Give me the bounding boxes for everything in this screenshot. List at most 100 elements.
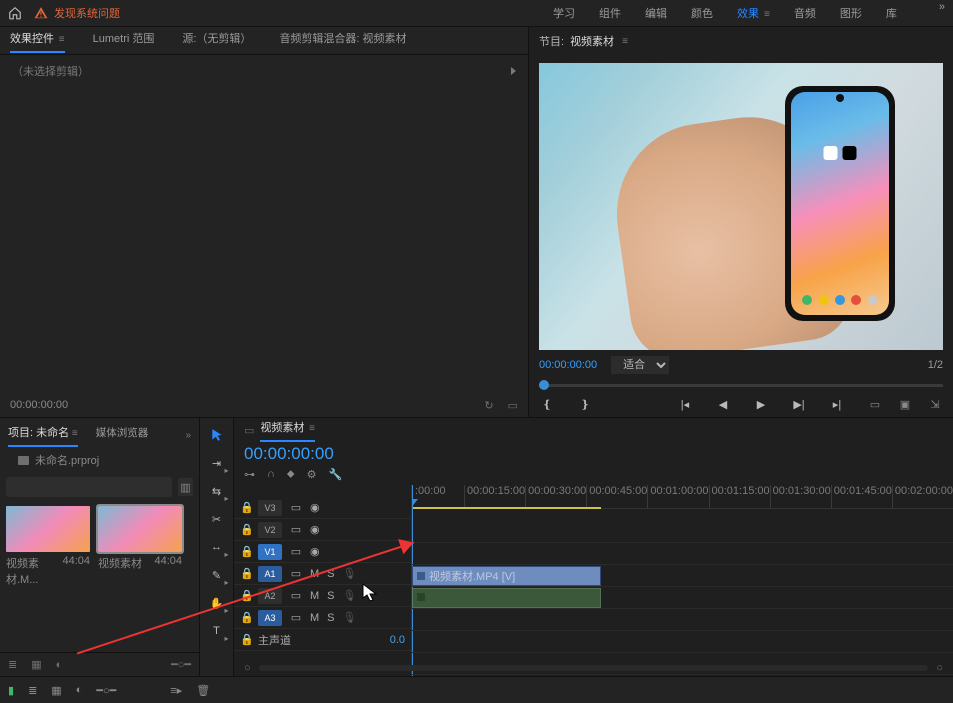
mark-in-icon[interactable]: ❴ [539,398,555,411]
toggle-output-icon[interactable]: ◉ [310,501,322,514]
sync-lock-icon[interactable]: ▭ [290,524,302,536]
wrench-icon[interactable]: 🔧 [328,468,342,481]
solo-button[interactable]: S [327,590,334,602]
play-icon[interactable]: ▶ [753,398,769,411]
sync-lock-icon[interactable]: ▭ [290,590,302,602]
system-warning[interactable]: 发现系统问题 [34,5,120,21]
sync-lock-icon[interactable]: ▭ [290,502,302,514]
toggle-output-icon[interactable]: ◉ [310,523,322,536]
sync-lock-icon[interactable]: ▭ [290,568,302,580]
track-row-a2[interactable] [412,609,953,631]
tab-source-monitor[interactable]: 源:（无剪辑） [182,30,251,52]
track-header-a3[interactable]: 🔒A3▭MS🎙 [234,607,411,629]
pen-tool[interactable]: ✎▸ [208,566,226,584]
track-header-a2[interactable]: 🔒A2▭MS🎙 [234,585,411,607]
tab-project[interactable]: 项目: 未命名 ≡ [8,424,78,446]
solo-button[interactable]: S [327,568,334,580]
go-to-in-icon[interactable]: |◂ [677,398,693,411]
render-status-icon[interactable]: ▮ [8,684,14,697]
caret-icon[interactable] [511,67,516,75]
extract-icon[interactable]: ▣ [897,398,913,411]
tab-effect-controls[interactable]: 效果控件 ≡ [10,30,65,52]
program-timecode[interactable]: 00:00:00:00 [539,359,597,371]
linked-selection-icon[interactable]: ∩ [267,468,275,481]
time-ruler[interactable]: :00:00 00:00:15:00 00:00:30:00 00:00:45:… [412,485,953,509]
sync-lock-icon[interactable]: ▭ [290,612,302,624]
home-icon[interactable] [8,6,22,20]
voice-over-icon[interactable]: 🎙 [343,567,351,580]
new-item-icon[interactable]: ≡▸ [170,684,182,697]
track-row-v3[interactable] [412,521,953,543]
mark-out-icon[interactable]: ❵ [577,398,593,411]
project-search-input[interactable] [6,477,172,497]
tab-lumetri-scopes[interactable]: Lumetri 范围 [93,30,155,52]
video-clip[interactable]: 视频素材.MP4 [V] [412,566,601,586]
track-header-a1[interactable]: 🔒A1▭MS🎙 [234,563,411,585]
lock-icon[interactable]: 🔒 [240,545,250,558]
track-header-v1[interactable]: 🔒V1▭◉ [234,541,411,563]
voice-over-icon[interactable]: 🎙 [343,589,351,602]
toggle-output-icon[interactable]: ◉ [310,545,322,558]
ws-tab-editing[interactable]: 编辑 [645,1,667,25]
track-header-master[interactable]: 🔒主声道0.0 [234,629,411,651]
sync-lock-icon[interactable]: ▭ [290,546,302,558]
overflow-icon[interactable]: » [939,1,945,25]
timeline-scrollbar[interactable]: ○○ [234,660,953,676]
program-monitor-viewport[interactable] [539,63,943,350]
tab-sequence[interactable]: 视频素材 ≡ [260,419,315,441]
step-back-icon[interactable]: ◀ [715,398,731,411]
settings-icon[interactable]: ⚙ [307,468,317,481]
panel-overflow-icon[interactable]: » [185,430,191,441]
go-to-out-icon[interactable]: ▸| [829,398,845,411]
loop-icon[interactable]: ↻ [484,399,493,412]
export-frame-icon[interactable]: ▭ [508,399,518,412]
ws-tab-assembly[interactable]: 组件 [599,1,621,25]
tab-audio-clip-mixer[interactable]: 音频剪辑混合器: 视频素材 [279,30,406,52]
ripple-edit-tool[interactable]: ⇆▸ [208,482,226,500]
ws-tab-graphics[interactable]: 图形 [840,1,862,25]
thumbnail-icon[interactable]: ▦ [51,684,61,697]
track-row-a1[interactable] [412,587,953,609]
lock-icon[interactable]: 🔒 [240,567,250,580]
mute-button[interactable]: M [310,568,319,580]
track-header-v3[interactable]: 🔒V3▭◉ [234,497,411,519]
timeline-timecode[interactable]: 00:00:00:00 [244,444,342,464]
track-area[interactable]: :00:00 00:00:15:00 00:00:30:00 00:00:45:… [412,485,953,676]
solo-button[interactable]: S [327,612,334,624]
audio-clip[interactable] [412,588,601,608]
snap-icon[interactable]: ⊶ [244,468,255,481]
panel-menu-icon[interactable]: ≡ [622,36,628,47]
freeform-view-icon[interactable]: ◐ [56,659,63,671]
track-row-v2[interactable] [412,543,953,565]
ws-tab-audio[interactable]: 音频 [794,1,816,25]
export-icon[interactable]: ⇲ [927,398,943,411]
ws-tab-color[interactable]: 颜色 [691,1,713,25]
track-row-a3[interactable] [412,631,953,653]
slip-tool[interactable]: ↔▸ [208,538,226,556]
scrub-handle[interactable] [539,380,549,390]
lock-icon[interactable]: 🔒 [240,501,250,514]
mute-button[interactable]: M [310,590,319,602]
freeform-icon[interactable]: ◐ [76,684,83,696]
bin-item[interactable]: 视频素材44:04 [98,506,182,587]
ws-tab-learn[interactable]: 学习 [553,1,575,25]
master-volume[interactable]: 0.0 [390,634,405,646]
type-tool[interactable]: T▸ [208,622,226,640]
hand-tool[interactable]: ✋▸ [208,594,226,612]
track-row-v1[interactable]: 视频素材.MP4 [V] [412,565,953,587]
lock-icon[interactable]: 🔒 [240,633,250,646]
list-icon[interactable]: ≣ [28,684,37,697]
slider-icon[interactable]: ━○━ [96,684,116,697]
list-view-icon[interactable]: ≣ [8,658,17,671]
mute-button[interactable]: M [310,612,319,624]
track-select-tool[interactable]: ⇥▸ [208,454,226,472]
razor-tool[interactable]: ✂ [208,510,226,528]
filter-bin-icon[interactable]: ▥ [178,478,193,496]
zoom-slider[interactable]: ━○━ [171,658,191,671]
lift-icon[interactable]: ▭ [867,398,883,411]
selection-tool[interactable] [208,426,226,444]
tab-media-browser[interactable]: 媒体浏览器 [96,425,149,446]
step-fwd-icon[interactable]: ▶| [791,398,807,411]
trash-icon[interactable]: 🗑 [196,684,210,697]
voice-over-icon[interactable]: 🎙 [343,611,351,624]
